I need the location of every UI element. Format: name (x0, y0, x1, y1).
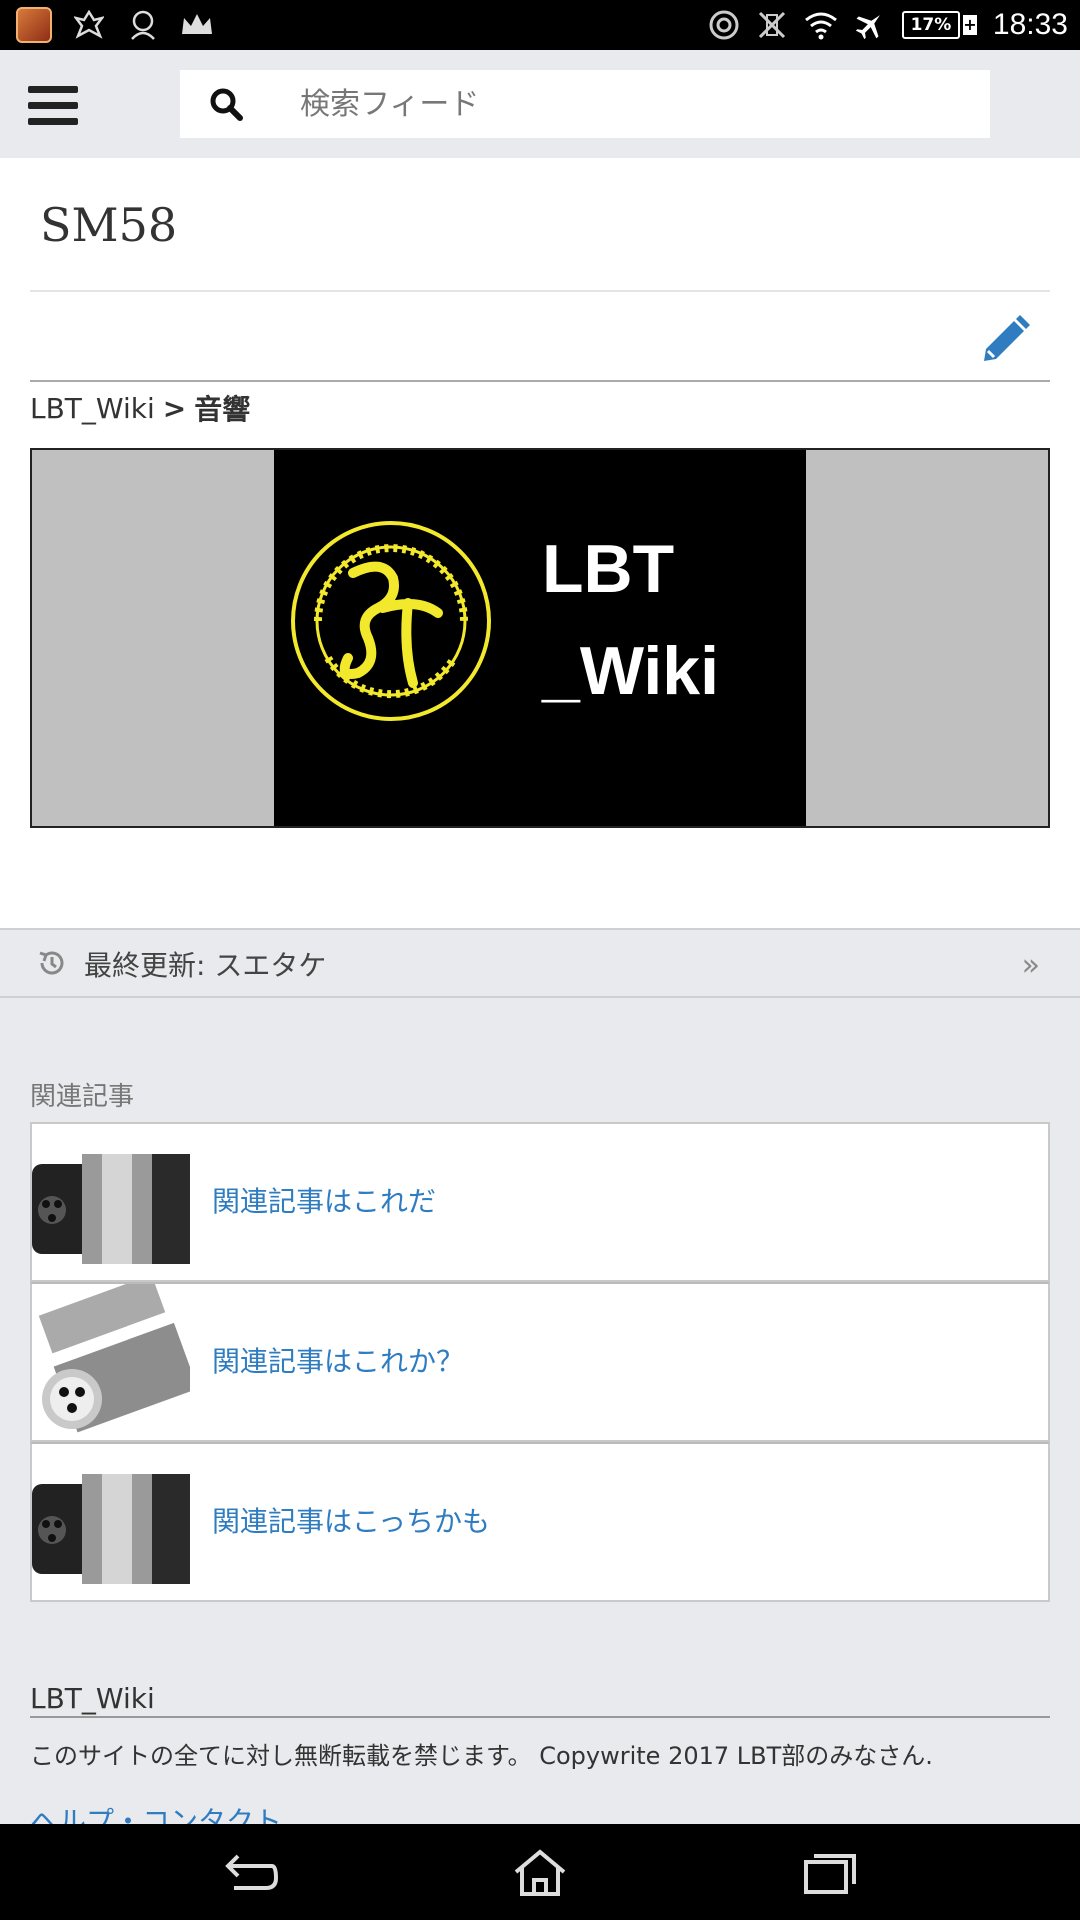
home-icon[interactable] (510, 1848, 570, 1898)
xlr-connector-thumbnail (32, 1124, 190, 1280)
last-updated-bar[interactable]: 最終更新: スエタケ » (0, 928, 1080, 998)
airplane-mode-icon (855, 15, 880, 40)
copyright-text: このサイトの全てに対し無断転載を禁じます。 Copywrite 2017 LBT… (30, 1742, 933, 1770)
related-item[interactable]: 関連記事はこっちかも (30, 1442, 1050, 1602)
search-input[interactable] (300, 70, 960, 138)
system-status-icons: 17% + 18:33 (708, 0, 1068, 50)
page-title: SM58 (40, 198, 178, 252)
clock: 18:33 (992, 8, 1068, 41)
hamburger-menu-icon[interactable] (28, 86, 78, 126)
divider (30, 290, 1050, 292)
history-icon (39, 951, 64, 975)
xlr-connector-thumbnail (32, 1444, 190, 1600)
divider (30, 380, 1050, 382)
app-notification-icon (16, 7, 52, 43)
vibrate-mute-icon (758, 11, 785, 39)
search-bar[interactable] (180, 70, 990, 138)
related-item[interactable]: 関連記事はこれか？ (30, 1282, 1050, 1442)
notification-icons (16, 7, 214, 43)
banner-title-line1: LBT (542, 531, 675, 607)
related-list: 関連記事はこれだ 関連記事はこれか？ 関連記事はこっちかも (30, 1122, 1050, 1602)
double-chevron-right-icon[interactable]: » (1022, 948, 1040, 983)
pencil-edit-icon[interactable] (978, 313, 1032, 367)
character-notification-icon (126, 8, 160, 42)
wiki-banner-image: LBT _Wiki (30, 448, 1050, 828)
article-content: SM58 LBT_Wiki > 音響 LBT _Wiki (0, 158, 1080, 928)
wifi-icon (804, 12, 837, 40)
status-bar: 17% + 18:33 (0, 0, 1080, 50)
breadcrumb-root-link[interactable]: LBT_Wiki (30, 392, 155, 425)
breadcrumb-separator: > (162, 391, 187, 425)
related-item[interactable]: 関連記事はこれだ (30, 1122, 1050, 1282)
battery-level: 17% (901, 11, 960, 39)
last-updated-text: 最終更新: スエタケ (84, 949, 327, 982)
battery-indicator: 17% + (901, 11, 977, 39)
breadcrumb: LBT_Wiki > 音響 (30, 388, 250, 428)
related-link[interactable]: 関連記事はこれだ (212, 1180, 436, 1220)
search-icon (210, 88, 243, 121)
recent-apps-icon[interactable] (800, 1848, 860, 1898)
charging-icon: + (962, 15, 977, 35)
back-icon[interactable] (220, 1848, 280, 1898)
footer-title: LBT_Wiki (30, 1682, 155, 1715)
data-saver-icon (709, 10, 739, 40)
related-link[interactable]: 関連記事はこっちかも (212, 1500, 490, 1540)
lbt-logo-emblem (291, 521, 491, 721)
banner-logo-panel: LBT _Wiki (274, 450, 806, 826)
footer-divider (30, 1716, 1050, 1718)
xlr-pair-thumbnail (32, 1284, 190, 1440)
breadcrumb-current-link[interactable]: 音響 (194, 388, 250, 428)
crown-notification-icon (180, 8, 214, 42)
emblem-notification-icon (72, 8, 106, 42)
related-link[interactable]: 関連記事はこれか？ (212, 1340, 464, 1380)
app-header (0, 50, 1080, 158)
system-navigation-bar (0, 1824, 1080, 1920)
related-heading: 関連記事 (30, 1082, 135, 1112)
banner-title-line2: _Wiki (542, 633, 720, 709)
